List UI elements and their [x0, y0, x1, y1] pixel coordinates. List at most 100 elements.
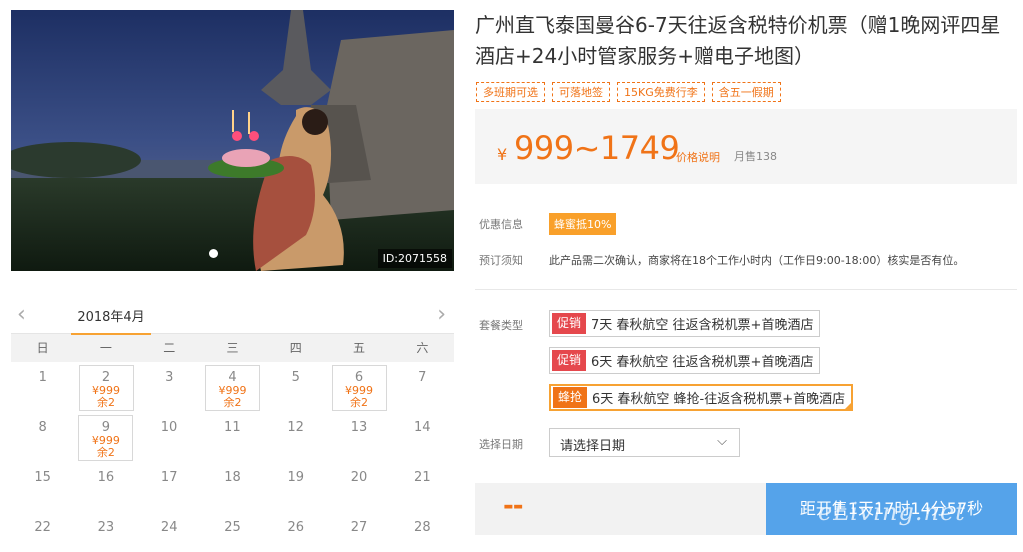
product-photo[interactable]: ID:2071558 — [11, 10, 454, 271]
day-number: 11 — [224, 420, 241, 435]
calendar-week: 8 9 ¥999 余2 10 11 12 13 14 — [11, 412, 454, 462]
calendar-body: 1 2 ¥999 余2 3 4 ¥999 余2 5 6 ¥999 余2 7 8 9 ¥999 余2 10 11 12 1… — [11, 362, 454, 552]
day-stock: 余2 — [97, 396, 115, 409]
price-box: ¥ 999~1749 价格说明 月售138 — [475, 109, 1017, 184]
selected-corner-icon — [843, 401, 854, 411]
price-range: 999~1749 — [514, 129, 680, 167]
weekday: 一 — [99, 341, 112, 355]
day-number: 14 — [414, 420, 431, 435]
package-badge: 促销 — [552, 350, 587, 371]
monthly-sales: 月售138 — [734, 150, 777, 163]
day-number: 19 — [287, 470, 305, 485]
package-text: 7天 春秋航空 往返含税机票+首晚酒店 — [591, 318, 814, 333]
promo-badge: 蜂蜜抵10% — [549, 213, 617, 235]
calendar-day: 8 — [11, 412, 74, 462]
day-number: 4 — [228, 370, 237, 385]
calendar-day: 19 — [264, 462, 327, 512]
product-tag: 15KG免费行李 — [617, 82, 705, 102]
notice-label: 预订须知 — [479, 254, 523, 267]
product-tags: 多班期可选 可落地签 15KG免费行李 含五一假期 — [476, 82, 781, 102]
chevron-left-icon[interactable]: ‹ — [17, 302, 26, 327]
product-title: 广州直飞泰国曼谷6-7天往返含税特价机票（赠1晚网评四星酒店+24小时管家服务+… — [475, 13, 1001, 68]
weekday: 二 — [163, 341, 176, 355]
package-option[interactable]: 促销 6天 春秋航空 往返含税机票+首晚酒店 — [549, 347, 821, 374]
buy-bar: -- 距开售1天17时14分57秒 — [475, 483, 1017, 535]
calendar-day: 24 — [138, 512, 201, 552]
product-tag: 多班期可选 — [476, 82, 545, 102]
day-stock: 余2 — [96, 446, 115, 459]
calendar-week: 22 23 24 25 26 27 28 — [11, 512, 454, 552]
total-price: -- — [503, 491, 524, 521]
calendar-week: 1 2 ¥999 余2 3 4 ¥999 余2 5 6 ¥999 余2 7 — [11, 362, 454, 412]
calendar-day: 22 — [11, 512, 74, 552]
day-number: 13 — [350, 420, 368, 435]
day-number: 9 — [101, 420, 110, 435]
date-select[interactable]: 请选择日期 ⌵ — [549, 428, 740, 457]
chevron-down-icon: ⌵ — [717, 434, 727, 449]
day-stock: 余2 — [350, 396, 368, 409]
day-stock: 余2 — [223, 396, 242, 409]
date-select-placeholder: 请选择日期 — [560, 439, 626, 454]
calendar-day: 27 — [327, 512, 390, 552]
day-number: 12 — [287, 420, 304, 435]
calendar-day: 7 — [391, 362, 455, 412]
weekday: 六 — [416, 341, 429, 355]
day-number: 16 — [97, 470, 115, 485]
package-option[interactable]: 促销 7天 春秋航空 往返含税机票+首晚酒店 — [549, 310, 821, 337]
calendar-month-tab[interactable]: 2018年4月 — [71, 306, 151, 335]
calendar-day: 13 — [327, 412, 390, 462]
calendar-day: 1 — [11, 362, 75, 412]
weekday: 日 — [36, 341, 49, 355]
calendar-day: 18 — [201, 462, 264, 512]
weekday: 五 — [353, 341, 366, 355]
product-tag: 含五一假期 — [711, 82, 781, 102]
product-tag: 可落地签 — [552, 82, 610, 102]
currency-symbol: ¥ — [497, 145, 508, 164]
day-number: 8 — [38, 420, 47, 435]
package-option-selected[interactable]: 蜂抢 6天 春秋航空 蜂抢-往返含税机票+首晚酒店 — [549, 384, 854, 411]
day-number: 5 — [291, 370, 300, 385]
day-number: 21 — [414, 470, 431, 485]
calendar-day: 12 — [264, 412, 327, 462]
calendar-day-available[interactable]: 6 ¥999 余2 — [331, 365, 387, 411]
calendar-weekdays: 日 一 二 三 四 五 六 — [11, 334, 454, 362]
price-note-link[interactable]: 价格说明 — [676, 149, 720, 165]
day-number: 25 — [224, 520, 241, 535]
day-number: 22 — [34, 520, 51, 535]
countdown-button[interactable]: 距开售1天17时14分57秒 — [766, 483, 1017, 535]
calendar-day: 21 — [391, 462, 454, 512]
calendar-day-available[interactable]: 9 ¥999 余2 — [78, 415, 134, 461]
day-number: 28 — [414, 520, 431, 535]
day-number: 3 — [165, 370, 174, 385]
day-number: 1 — [38, 370, 47, 385]
notice-text: 此产品需二次确认，商家将在18个工作小时内（工作日9:00-18:00）核实是否… — [549, 254, 965, 267]
calendar-day: 5 — [264, 362, 328, 412]
day-number: 17 — [160, 470, 178, 485]
day-number: 18 — [224, 470, 241, 485]
calendar-day: 14 — [391, 412, 454, 462]
date-calendar: ‹ 2018年4月 › 日 一 二 三 四 五 六 1 2 ¥999 余2 3 4 ¥999… — [11, 298, 454, 552]
day-number: 2 — [101, 370, 111, 385]
chevron-right-icon[interactable]: › — [437, 302, 446, 327]
weekday: 四 — [289, 341, 302, 355]
package-label: 套餐类型 — [479, 319, 523, 332]
day-number: 10 — [160, 420, 178, 435]
calendar-day-available[interactable]: 2 ¥999 余2 — [78, 365, 134, 411]
calendar-day-available[interactable]: 4 ¥999 余2 — [205, 365, 260, 411]
calendar-day: 3 — [138, 362, 202, 412]
calendar-day: 15 — [11, 462, 74, 512]
calendar-day: 28 — [391, 512, 454, 552]
calendar-day: 11 — [201, 412, 264, 462]
package-badge: 蜂抢 — [553, 387, 588, 408]
calendar-day: 20 — [327, 462, 390, 512]
calendar-day: 23 — [74, 512, 137, 552]
divider — [475, 289, 1017, 290]
day-number: 27 — [350, 520, 368, 535]
product-photo-image — [11, 10, 454, 271]
calendar-day: 17 — [138, 462, 201, 512]
day-number: 23 — [97, 520, 115, 535]
carousel-dot[interactable] — [209, 249, 218, 258]
weekday: 三 — [226, 341, 239, 355]
calendar-nav: ‹ 2018年4月 › — [11, 298, 454, 335]
day-number: 26 — [287, 520, 305, 535]
